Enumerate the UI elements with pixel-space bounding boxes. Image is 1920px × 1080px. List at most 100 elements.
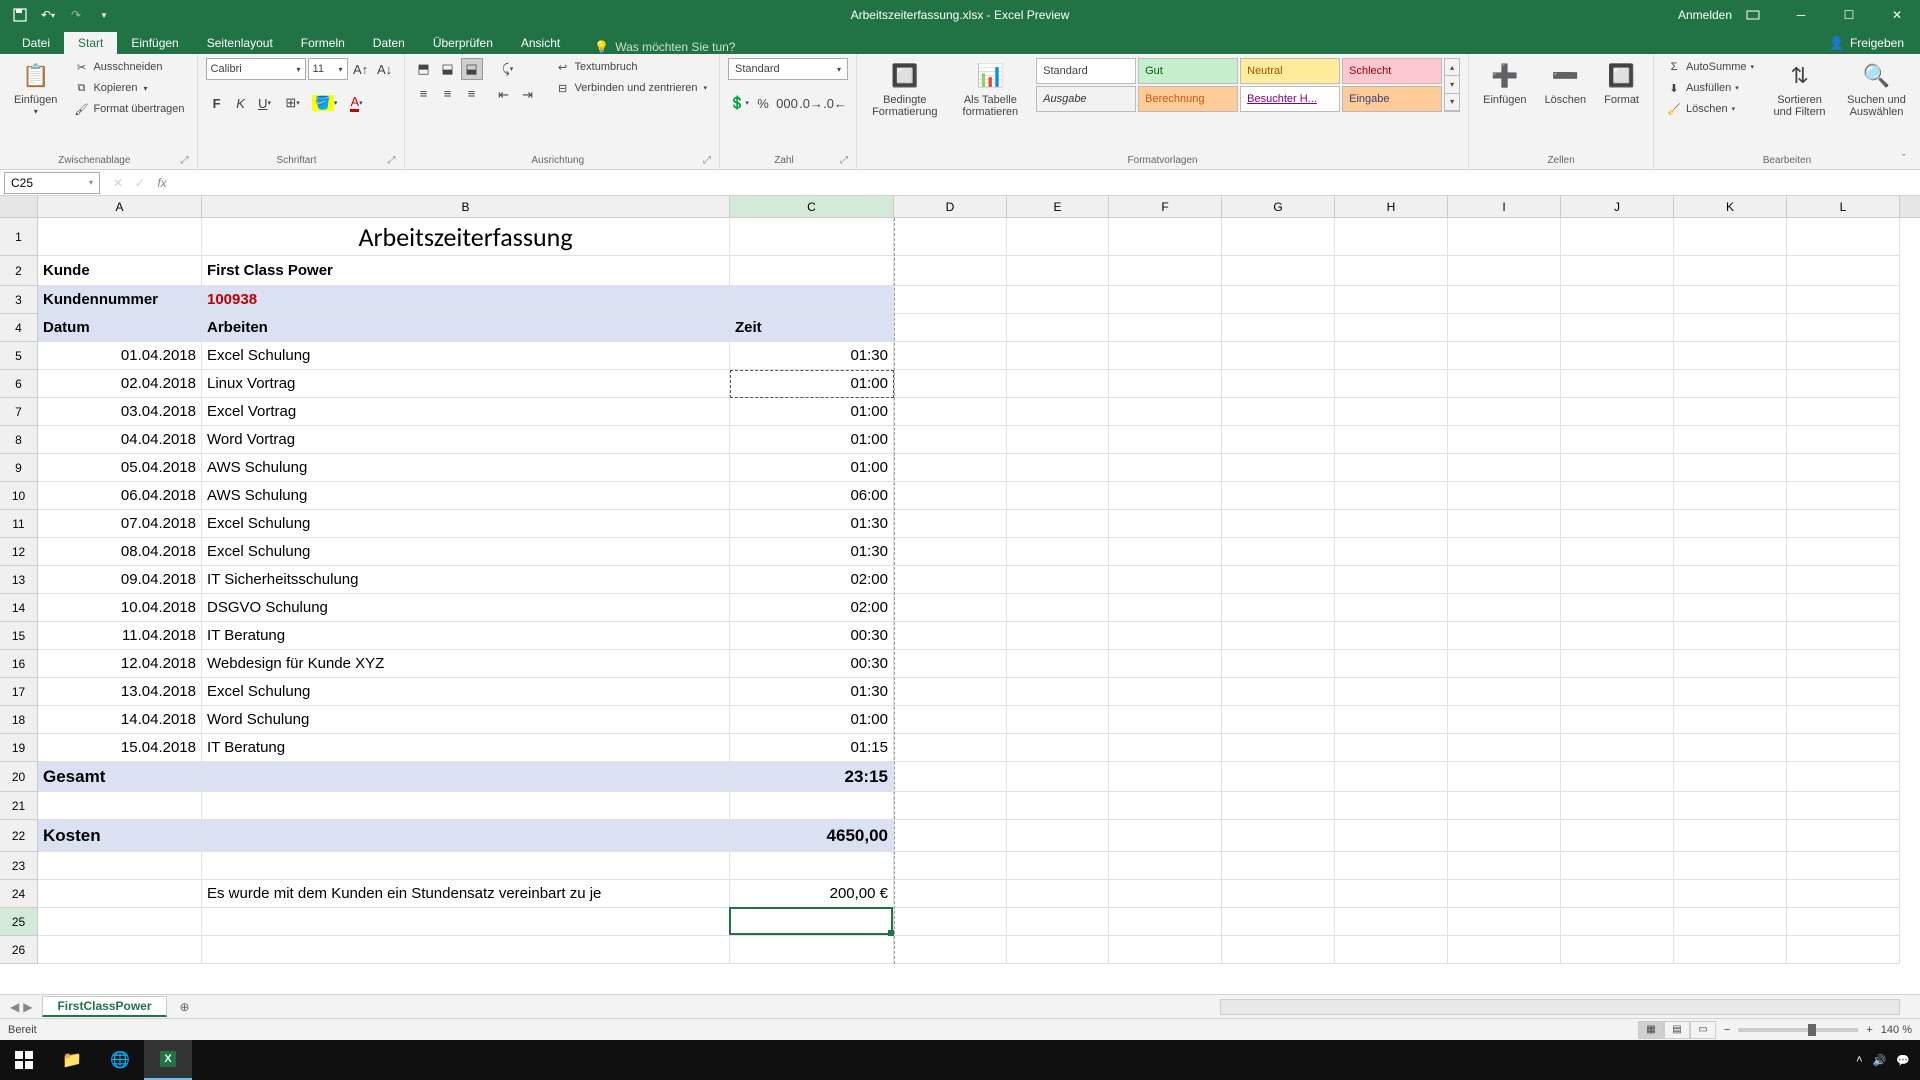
cell-A11[interactable]: 07.04.2018 — [38, 510, 202, 538]
zoom-out-icon[interactable]: − — [1724, 1024, 1730, 1036]
tell-me-search[interactable]: 💡 Was möchten Sie tun? — [594, 40, 735, 54]
cell-A18[interactable]: 14.04.2018 — [38, 706, 202, 734]
cell-C7[interactable]: 01:00 — [730, 398, 894, 426]
column-header-K[interactable]: K — [1674, 196, 1787, 217]
tab-formeln[interactable]: Formeln — [287, 32, 359, 54]
row-header-20[interactable]: 20 — [0, 762, 38, 792]
add-sheet-button[interactable]: ⊕ — [173, 1000, 197, 1014]
cell-C24[interactable]: 200,00 € — [730, 880, 894, 908]
row-header-25[interactable]: 25 — [0, 908, 38, 936]
cell-C22[interactable]: 4650,00 — [730, 820, 894, 852]
cell-B22[interactable] — [202, 820, 730, 852]
row-header-24[interactable]: 24 — [0, 880, 38, 908]
cell-B7[interactable]: Excel Vortrag — [202, 398, 730, 426]
cell-B19[interactable]: IT Beratung — [202, 734, 730, 762]
tab-ueberpruefen[interactable]: Überprüfen — [419, 32, 507, 54]
cell-B14[interactable]: DSGVO Schulung — [202, 594, 730, 622]
column-header-D[interactable]: D — [894, 196, 1007, 217]
excel-taskbar-icon[interactable]: X — [144, 1040, 192, 1080]
format-table-button[interactable]: 📊Als Tabelle formatieren — [951, 58, 1031, 120]
cell-B6[interactable]: Linux Vortrag — [202, 370, 730, 398]
row-header-10[interactable]: 10 — [0, 482, 38, 510]
align-top-icon[interactable]: ⬒ — [413, 58, 435, 80]
cell-A12[interactable]: 08.04.2018 — [38, 538, 202, 566]
row-header-14[interactable]: 14 — [0, 594, 38, 622]
spreadsheet-grid[interactable]: ABCDEFGHIJKL 123456789101112131415161718… — [0, 196, 1920, 994]
minimize-icon[interactable]: ─ — [1778, 0, 1824, 30]
zoom-in-icon[interactable]: + — [1866, 1024, 1872, 1036]
sheet-tab-active[interactable]: FirstClassPower — [42, 996, 166, 1017]
border-button[interactable]: ⊞▾ — [278, 92, 308, 114]
delete-cells-button[interactable]: ➖Löschen — [1539, 58, 1593, 108]
cell-A13[interactable]: 09.04.2018 — [38, 566, 202, 594]
column-header-I[interactable]: I — [1448, 196, 1561, 217]
row-header-12[interactable]: 12 — [0, 538, 38, 566]
style-schlecht[interactable]: Schlecht — [1342, 58, 1442, 84]
close-icon[interactable]: ✕ — [1874, 0, 1920, 30]
cell-A15[interactable]: 11.04.2018 — [38, 622, 202, 650]
format-cells-button[interactable]: 🔲Format — [1598, 58, 1645, 108]
underline-button[interactable]: U▾ — [254, 92, 276, 114]
tray-notifications-icon[interactable]: 💬 — [1896, 1054, 1910, 1067]
qat-customize-icon[interactable]: ▾ — [94, 5, 114, 25]
column-header-J[interactable]: J — [1561, 196, 1674, 217]
decrease-decimal-icon[interactable]: .0← — [824, 92, 846, 114]
column-header-G[interactable]: G — [1222, 196, 1335, 217]
sheet-nav-prev-icon[interactable]: ◀ — [10, 1000, 19, 1014]
wrap-text-button[interactable]: ↩Textumbruch — [551, 58, 711, 76]
row-header-21[interactable]: 21 — [0, 792, 38, 820]
cell-A14[interactable]: 10.04.2018 — [38, 594, 202, 622]
align-launcher-icon[interactable]: ⤢ — [703, 155, 711, 166]
row-header-23[interactable]: 23 — [0, 852, 38, 880]
align-right-icon[interactable]: ≡ — [461, 82, 483, 104]
merge-button[interactable]: ⊟Verbinden und zentrieren▾ — [551, 79, 711, 97]
cell-C17[interactable]: 01:30 — [730, 678, 894, 706]
cell-A16[interactable]: 12.04.2018 — [38, 650, 202, 678]
cell-A10[interactable]: 06.04.2018 — [38, 482, 202, 510]
cell-A7[interactable]: 03.04.2018 — [38, 398, 202, 426]
cell-B4[interactable]: Arbeiten — [202, 314, 730, 342]
enter-formula-icon[interactable]: ✓ — [130, 176, 150, 190]
cell-C14[interactable]: 02:00 — [730, 594, 894, 622]
tab-start[interactable]: Start — [64, 32, 117, 54]
cell-C3[interactable] — [730, 286, 894, 314]
cell-C16[interactable]: 00:30 — [730, 650, 894, 678]
cell-A19[interactable]: 15.04.2018 — [38, 734, 202, 762]
align-bottom-icon[interactable]: ⬓ — [461, 58, 483, 80]
align-center-icon[interactable]: ≡ — [437, 82, 459, 104]
comma-icon[interactable]: 000 — [776, 92, 798, 114]
cell-C4[interactable]: Zeit — [730, 314, 894, 342]
cell-B16[interactable]: Webdesign für Kunde XYZ — [202, 650, 730, 678]
row-header-7[interactable]: 7 — [0, 398, 38, 426]
tray-up-icon[interactable]: ˄ — [1856, 1054, 1862, 1066]
row-header-16[interactable]: 16 — [0, 650, 38, 678]
cell-B12[interactable]: Excel Schulung — [202, 538, 730, 566]
cell-C9[interactable]: 01:00 — [730, 454, 894, 482]
italic-button[interactable]: K — [230, 92, 252, 114]
row-header-5[interactable]: 5 — [0, 342, 38, 370]
increase-font-icon[interactable]: A↑ — [350, 58, 372, 80]
row-header-18[interactable]: 18 — [0, 706, 38, 734]
cut-button[interactable]: ✂Ausschneiden — [69, 58, 188, 76]
row-header-4[interactable]: 4 — [0, 314, 38, 342]
ribbon-display-icon[interactable] — [1730, 0, 1776, 30]
decrease-font-icon[interactable]: A↓ — [374, 58, 396, 80]
cell-A8[interactable]: 04.04.2018 — [38, 426, 202, 454]
tab-datei[interactable]: Datei — [8, 32, 64, 54]
clear-button[interactable]: 🧹Löschen▾ — [1662, 100, 1758, 118]
tab-daten[interactable]: Daten — [359, 32, 419, 54]
fill-color-button[interactable]: 🪣▾ — [310, 92, 340, 114]
cancel-formula-icon[interactable]: ✕ — [108, 176, 128, 190]
cell-B2[interactable]: First Class Power — [202, 256, 730, 286]
column-header-F[interactable]: F — [1109, 196, 1222, 217]
start-button[interactable] — [0, 1040, 48, 1080]
column-header-B[interactable]: B — [202, 196, 730, 217]
row-header-1[interactable]: 1 — [0, 218, 38, 256]
edge-icon[interactable]: 🌐 — [96, 1040, 144, 1080]
cell-C5[interactable]: 01:30 — [730, 342, 894, 370]
style-gut[interactable]: Gut — [1138, 58, 1238, 84]
align-middle-icon[interactable]: ⬓ — [437, 58, 459, 80]
column-header-L[interactable]: L — [1787, 196, 1900, 217]
row-header-9[interactable]: 9 — [0, 454, 38, 482]
row-header-2[interactable]: 2 — [0, 256, 38, 286]
